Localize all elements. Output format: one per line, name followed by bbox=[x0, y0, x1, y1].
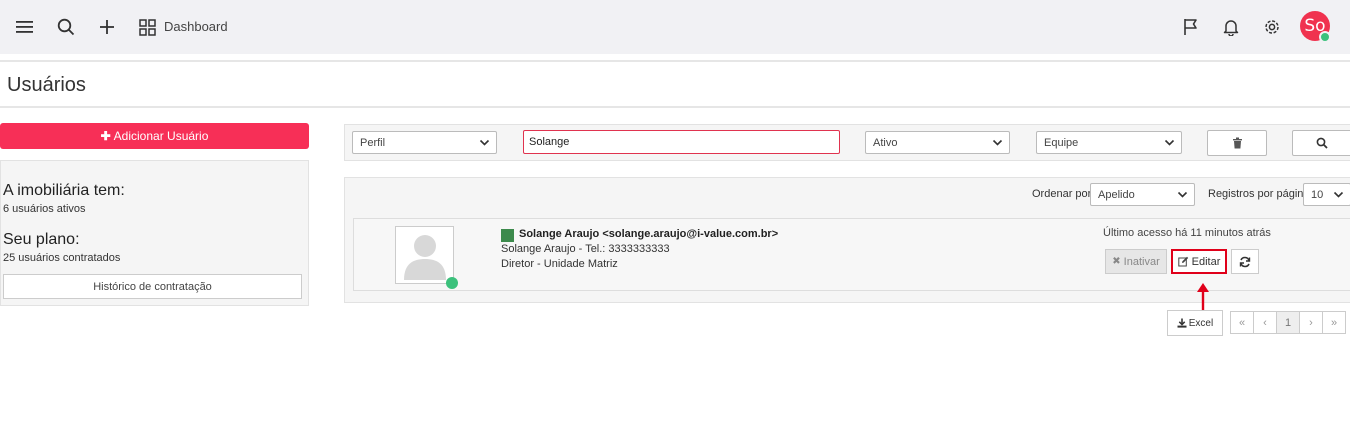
status-select-value: Ativo bbox=[873, 136, 898, 149]
trash-icon bbox=[1232, 137, 1242, 149]
pagination-next[interactable]: › bbox=[1299, 311, 1323, 334]
last-access-text: Último acesso há 11 minutos atrás bbox=[1103, 227, 1271, 239]
refresh-button[interactable] bbox=[1231, 249, 1259, 274]
perfil-select-value: Perfil bbox=[360, 136, 386, 149]
agency-heading: A imobiliária tem: bbox=[3, 182, 125, 199]
chevron-down-icon bbox=[992, 139, 1003, 146]
perfil-select[interactable]: Perfil bbox=[352, 131, 497, 154]
user-photo bbox=[395, 226, 454, 284]
status-select[interactable]: Ativo bbox=[865, 131, 1010, 154]
search-button[interactable] bbox=[1292, 130, 1350, 156]
gear-icon[interactable] bbox=[1259, 14, 1285, 40]
user-row: Solange Araujo <solange.araujo@i-value.c… bbox=[353, 218, 1350, 291]
pagination: « ‹ 1 › » bbox=[1230, 311, 1346, 334]
divider bbox=[0, 60, 1350, 62]
plan-info-panel: A imobiliária tem: 6 usuários ativos Seu… bbox=[0, 160, 309, 306]
order-by-select[interactable]: Apelido bbox=[1090, 183, 1195, 206]
plus-icon: ✚ bbox=[100, 129, 111, 143]
excel-label: Excel bbox=[1188, 317, 1214, 329]
order-by-value: Apelido bbox=[1098, 188, 1135, 201]
online-status-dot bbox=[446, 277, 458, 289]
search-icon bbox=[1316, 137, 1328, 149]
plan-heading: Seu plano: bbox=[3, 231, 80, 248]
add-user-button[interactable]: ✚ Adicionar Usuário bbox=[0, 123, 309, 149]
user-placeholder-icon bbox=[403, 235, 446, 280]
per-page-value: 10 bbox=[1311, 188, 1324, 201]
user-role: Diretor - Unidade Matriz bbox=[501, 258, 618, 270]
per-page-label: Registros por página bbox=[1208, 188, 1310, 200]
pagination-last[interactable]: » bbox=[1322, 311, 1346, 334]
search-icon[interactable] bbox=[53, 14, 79, 40]
grid-icon[interactable] bbox=[134, 14, 160, 40]
user-name-email: Solange Araujo <solange.araujo@i-value.c… bbox=[519, 228, 779, 240]
clear-filters-button[interactable] bbox=[1207, 130, 1267, 156]
excel-export-button[interactable]: Excel bbox=[1167, 310, 1223, 336]
equipe-select[interactable]: Equipe bbox=[1036, 131, 1182, 154]
refresh-icon bbox=[1239, 256, 1251, 267]
top-bar: Dashboard So bbox=[0, 0, 1350, 54]
dashboard-link[interactable]: Dashboard bbox=[164, 19, 228, 34]
menu-icon[interactable] bbox=[12, 14, 38, 40]
pagination-prev[interactable]: ‹ bbox=[1253, 311, 1277, 334]
bell-icon[interactable] bbox=[1218, 14, 1244, 40]
editar-button[interactable]: Editar bbox=[1171, 249, 1227, 274]
add-user-label: Adicionar Usuário bbox=[113, 129, 209, 143]
plus-icon[interactable] bbox=[94, 14, 120, 40]
flag-icon[interactable] bbox=[1178, 14, 1204, 40]
close-icon: ✖ bbox=[1112, 256, 1121, 267]
pagination-first[interactable]: « bbox=[1230, 311, 1254, 334]
plan-user-count: 25 usuários contratados bbox=[3, 252, 121, 264]
divider bbox=[0, 106, 1350, 108]
download-icon bbox=[1177, 318, 1187, 328]
equipe-select-value: Equipe bbox=[1044, 136, 1079, 149]
chevron-down-icon bbox=[1164, 139, 1175, 146]
contract-history-button[interactable]: Histórico de contratação bbox=[3, 274, 302, 299]
per-page-select[interactable]: 10 bbox=[1303, 183, 1350, 206]
chevron-down-icon bbox=[1333, 191, 1344, 198]
user-color-tag bbox=[501, 229, 514, 242]
inativar-label: Inativar bbox=[1123, 255, 1160, 268]
page-title: Usuários bbox=[7, 74, 86, 96]
search-input[interactable] bbox=[523, 130, 840, 154]
agency-user-count: 6 usuários ativos bbox=[3, 203, 86, 215]
inativar-button[interactable]: ✖ Inativar bbox=[1105, 249, 1167, 274]
chevron-down-icon bbox=[1177, 191, 1188, 198]
chevron-down-icon bbox=[479, 139, 490, 146]
user-phone: Solange Araujo - Tel.: 3333333333 bbox=[501, 243, 670, 255]
editar-label: Editar bbox=[1191, 255, 1221, 268]
annotation-arrow-icon bbox=[1197, 283, 1209, 311]
online-status-dot bbox=[1319, 31, 1331, 43]
edit-icon bbox=[1177, 256, 1188, 267]
order-by-label: Ordenar por bbox=[1032, 188, 1092, 200]
filter-bar: Perfil Ativo Equipe bbox=[344, 124, 1350, 161]
pagination-page[interactable]: 1 bbox=[1276, 311, 1300, 334]
